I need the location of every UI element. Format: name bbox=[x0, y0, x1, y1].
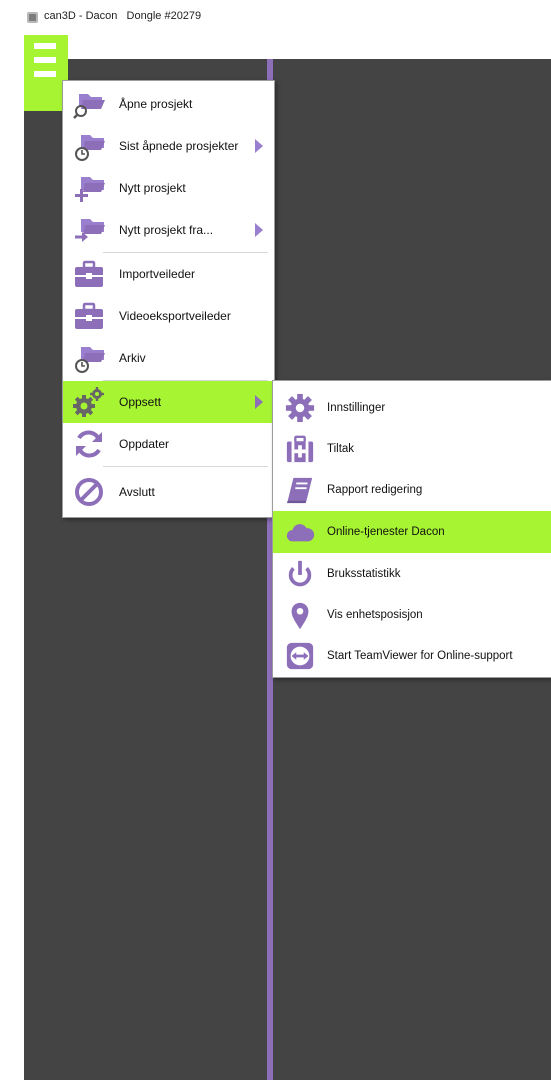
folder-clock-icon bbox=[75, 135, 105, 161]
menu-item-label: Nytt prosjekt fra... bbox=[119, 223, 214, 237]
briefcase-icon bbox=[75, 302, 103, 329]
submenu-item-label: Vis enhetsposisjon bbox=[327, 609, 423, 621]
first-aid-kit-icon bbox=[286, 435, 314, 463]
folder-clock-icon bbox=[75, 347, 105, 373]
menu-item-label: Videoeksportveileder bbox=[119, 309, 231, 323]
app-icon bbox=[27, 12, 38, 23]
menu-item-label: Oppdater bbox=[119, 437, 170, 451]
menu-item-archive[interactable]: Arkiv bbox=[63, 337, 274, 379]
submenu-item-label: Innstillinger bbox=[327, 402, 386, 414]
submenu-item-report-editing[interactable]: Rapport redigering bbox=[273, 469, 551, 511]
cloud-icon bbox=[286, 524, 315, 542]
power-icon bbox=[288, 560, 312, 587]
submenu-arrow-icon bbox=[255, 223, 263, 237]
menu-item-new-project[interactable]: Nytt prosjekt bbox=[63, 167, 274, 209]
submenu-item-settings[interactable]: Innstillinger bbox=[273, 387, 551, 429]
title-bar: can3D - Dacon Dongle #20279 bbox=[0, 0, 551, 35]
hamburger-bar bbox=[34, 43, 56, 49]
menu-item-open-project[interactable]: Åpne prosjekt bbox=[63, 83, 274, 125]
main-menu: Åpne prosjekt Sist åpnede prosjekter Nyt… bbox=[62, 80, 275, 518]
menu-separator bbox=[103, 466, 268, 467]
window-title: can3D - Dacon Dongle #20279 bbox=[44, 10, 202, 22]
menu-item-video-export-wizard[interactable]: Videoeksportveileder bbox=[63, 295, 274, 337]
hamburger-bar bbox=[34, 71, 56, 77]
briefcase-icon bbox=[75, 260, 103, 287]
submenu-arrow-icon bbox=[255, 139, 263, 153]
gears-icon bbox=[73, 387, 104, 417]
submenu-item-label: Tiltak bbox=[327, 443, 355, 455]
folder-add-icon bbox=[75, 177, 105, 202]
menu-item-import-wizard[interactable]: Importveileder bbox=[63, 253, 274, 295]
submenu-item-usage-statistics[interactable]: Bruksstatistikk bbox=[273, 553, 551, 595]
folder-arrow-icon bbox=[75, 219, 105, 242]
menu-item-exit[interactable]: Avslutt bbox=[63, 471, 274, 513]
submenu-item-label: Start TeamViewer for Online-support bbox=[327, 650, 513, 662]
submenu-arrow-icon bbox=[255, 395, 263, 409]
submenu-item-show-device-position[interactable]: Vis enhetsposisjon bbox=[273, 594, 551, 636]
menu-item-setup[interactable]: Oppsett bbox=[63, 381, 274, 423]
map-pin-icon bbox=[291, 602, 309, 630]
menu-item-new-project-from[interactable]: Nytt prosjekt fra... bbox=[63, 209, 274, 251]
submenu-item-measures[interactable]: Tiltak bbox=[273, 428, 551, 470]
menu-item-label: Oppsett bbox=[119, 395, 162, 409]
menu-item-label: Importveileder bbox=[119, 267, 196, 281]
teamviewer-icon bbox=[286, 642, 314, 670]
hamburger-bar bbox=[34, 57, 56, 63]
submenu-item-label: Online-tjenester Dacon bbox=[327, 526, 445, 538]
menu-item-recent-projects[interactable]: Sist åpnede prosjekter bbox=[63, 125, 274, 167]
refresh-icon bbox=[76, 430, 102, 458]
menu-item-update[interactable]: Oppdater bbox=[63, 423, 274, 465]
menu-item-label: Nytt prosjekt bbox=[119, 181, 186, 195]
book-icon bbox=[286, 477, 313, 504]
submenu-item-label: Bruksstatistikk bbox=[327, 568, 401, 580]
gear-icon bbox=[285, 393, 315, 423]
folder-search-icon bbox=[73, 94, 105, 119]
menu-item-label: Sist åpnede prosjekter bbox=[119, 139, 239, 153]
menu-item-label: Åpne prosjekt bbox=[119, 97, 193, 111]
submenu-item-label: Rapport redigering bbox=[327, 484, 423, 496]
menu-item-label: Arkiv bbox=[119, 351, 146, 365]
settings-submenu: Innstillinger Tiltak Rapport redigering … bbox=[272, 380, 551, 678]
toolbar-area bbox=[24, 35, 551, 59]
submenu-item-start-teamviewer[interactable]: Start TeamViewer for Online-support bbox=[273, 635, 551, 677]
submenu-item-online-services[interactable]: Online-tjenester Dacon bbox=[273, 511, 551, 553]
menu-item-label: Avslutt bbox=[119, 485, 155, 499]
no-entry-icon bbox=[75, 478, 103, 506]
